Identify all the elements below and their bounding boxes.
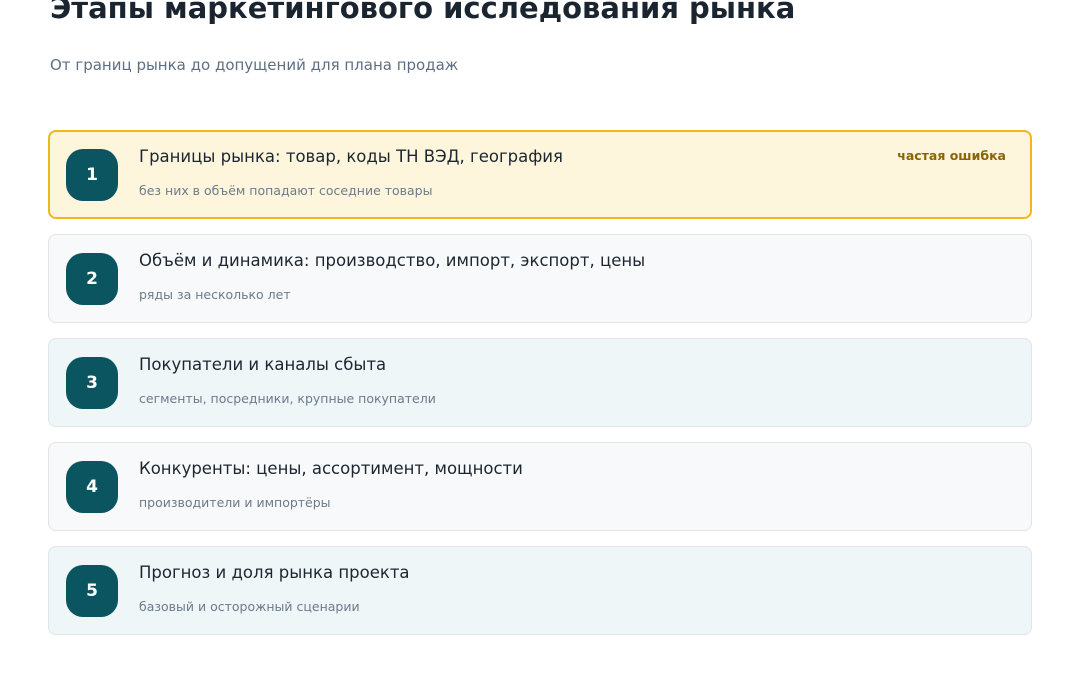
step-description: базовый и осторожный сценарии <box>139 599 360 614</box>
step-description: производители и импортёры <box>139 495 331 510</box>
step-card-4: 4 Конкуренты: цены, ассортимент, мощност… <box>48 442 1032 531</box>
step-number-badge: 2 <box>66 253 118 305</box>
step-card-5: 5 Прогноз и доля рынка проекта базовый и… <box>48 546 1032 635</box>
step-number-badge: 1 <box>66 149 118 201</box>
step-title: Покупатели и каналы сбыта <box>139 355 387 374</box>
step-card-3: 3 Покупатели и каналы сбыта сегменты, по… <box>48 338 1032 427</box>
step-number-badge: 5 <box>66 565 118 617</box>
step-number-badge: 4 <box>66 461 118 513</box>
step-card-2: 2 Объём и динамика: производство, импорт… <box>48 234 1032 323</box>
step-description: без них в объём попадают соседние товары <box>139 183 433 198</box>
step-title: Границы рынка: товар, коды ТН ВЭД, геогр… <box>139 147 563 166</box>
step-title: Прогноз и доля рынка проекта <box>139 563 410 582</box>
page-title: Этапы маркетингового исследования рынка <box>50 0 796 25</box>
page-subtitle: От границ рынка до допущений для плана п… <box>50 56 459 74</box>
step-title: Конкуренты: цены, ассортимент, мощности <box>139 459 523 478</box>
steps-list: 1 Границы рынка: товар, коды ТН ВЭД, гео… <box>48 130 1032 650</box>
step-number-badge: 3 <box>66 357 118 409</box>
step-description: ряды за несколько лет <box>139 287 291 302</box>
common-mistake-badge: частая ошибка <box>897 148 1006 163</box>
step-title: Объём и динамика: производство, импорт, … <box>139 251 646 270</box>
step-card-1: 1 Границы рынка: товар, коды ТН ВЭД, гео… <box>48 130 1032 219</box>
step-description: сегменты, посредники, крупные покупатели <box>139 391 436 406</box>
